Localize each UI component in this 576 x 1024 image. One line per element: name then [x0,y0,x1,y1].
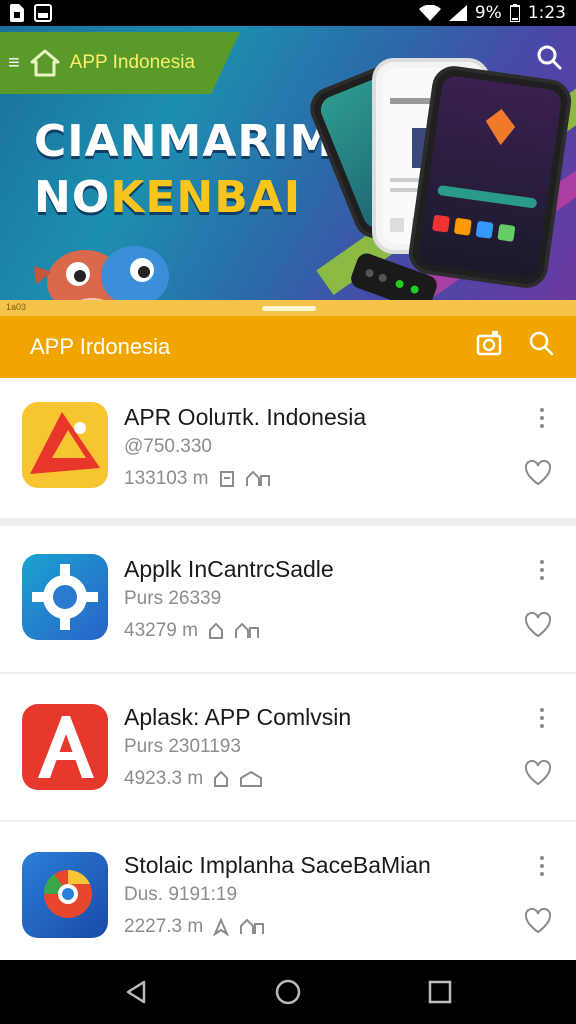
app-subtitle: Purs 26339 [124,588,222,609]
app-name: APR Ooluπk. Indonesia [124,404,367,430]
app-size: 43279 m [124,620,198,641]
app-icon [22,402,108,488]
search-icon[interactable] [528,330,554,356]
sim-card-icon [10,4,24,22]
app-icon [22,554,108,640]
hero-banner[interactable]: ≡ APP Indonesia CIANMARIM NOKENBAI [0,26,576,300]
favorite-heart-icon[interactable] [524,460,552,486]
home-icon [214,770,229,787]
app-meta: 133103 m [124,468,271,490]
share-icon [234,622,259,638]
list-item[interactable]: Applk InCantrcSadle Purs 26339 43279 m [0,526,576,672]
search-icon[interactable] [536,44,562,70]
clock: 1:23 [527,3,566,23]
hero-tab-title: APP Indonesia [69,52,196,73]
app-size: 2227.3 m [124,916,204,937]
hero-headline-part: NO [34,172,111,223]
hero-headline-line2: NOKENBAI [34,170,334,226]
app-icon [22,704,108,790]
camera-icon[interactable] [476,330,502,356]
app-subtitle: Purs 2301193 [124,736,241,757]
app-name: Aplask: APP Comlvsin [124,704,352,730]
hero-headline: CIANMARIM NOKENBAI [34,114,334,226]
favorite-heart-icon[interactable] [524,760,552,786]
share-icon [240,918,265,934]
app-subtitle: Dus. 9191:19 [124,884,238,905]
more-options-icon[interactable] [532,708,552,728]
favorite-heart-icon[interactable] [524,908,552,934]
app-meta: 4923.3 m [124,768,265,790]
share-icon [245,470,270,486]
home-icon[interactable] [30,49,60,77]
wifi-icon [418,5,441,21]
mascot-illustration [34,246,169,300]
more-options-icon[interactable] [532,856,552,876]
battery-icon [509,4,520,22]
hero-headline-line1: CIANMARIM [34,116,335,167]
handle-label: 1a03 [6,302,27,312]
app-name: Applk InCantrcSadle [124,556,334,582]
favorite-heart-icon[interactable] [524,612,552,638]
menu-icon[interactable]: ≡ [8,52,20,75]
app-list: APR Ooluπk. Indonesia @750.330 133103 m … [0,378,576,960]
app-icon [22,852,108,938]
status-bar: 9% 1:23 [0,0,576,26]
recents-icon[interactable] [426,978,454,1006]
hero-headline-highlight: KENBAI [110,172,302,223]
app-name: Stolaic Implanha SaceBaMian [124,852,431,878]
image-icon [34,4,52,22]
more-options-icon[interactable] [532,560,552,580]
hero-tab[interactable]: ≡ APP Indonesia [0,32,240,94]
signal-icon [448,5,467,21]
app-meta: 2227.3 m [124,916,265,938]
app-size: 4923.3 m [124,768,204,789]
battery-text: 9% [474,3,502,23]
list-item[interactable]: Stolaic Implanha SaceBaMian Dus. 9191:19… [0,822,576,960]
list-item[interactable]: Aplask: APP Comlvsin Purs 2301193 4923.3… [0,674,576,820]
drag-handle[interactable]: 1a03 [0,300,576,316]
system-navigation-bar [0,960,576,1024]
list-item[interactable]: APR Ooluπk. Indonesia @750.330 133103 m [0,378,576,518]
phone-illustration [406,63,574,291]
home-icon[interactable] [274,978,302,1006]
app-bar: 1a03 APP Irdonesia [0,300,576,378]
home-icon [240,770,263,787]
app-size: 133103 m [124,468,209,489]
app-meta: 43279 m [124,620,260,642]
send-icon [213,918,230,936]
back-icon[interactable] [122,978,150,1006]
app-bar-title: APP Irdonesia [30,334,171,359]
more-options-icon[interactable] [532,408,552,428]
app-subtitle: @750.330 [124,436,212,457]
home-icon [208,622,223,639]
handle-pill[interactable] [262,306,316,311]
document-icon [219,471,234,487]
